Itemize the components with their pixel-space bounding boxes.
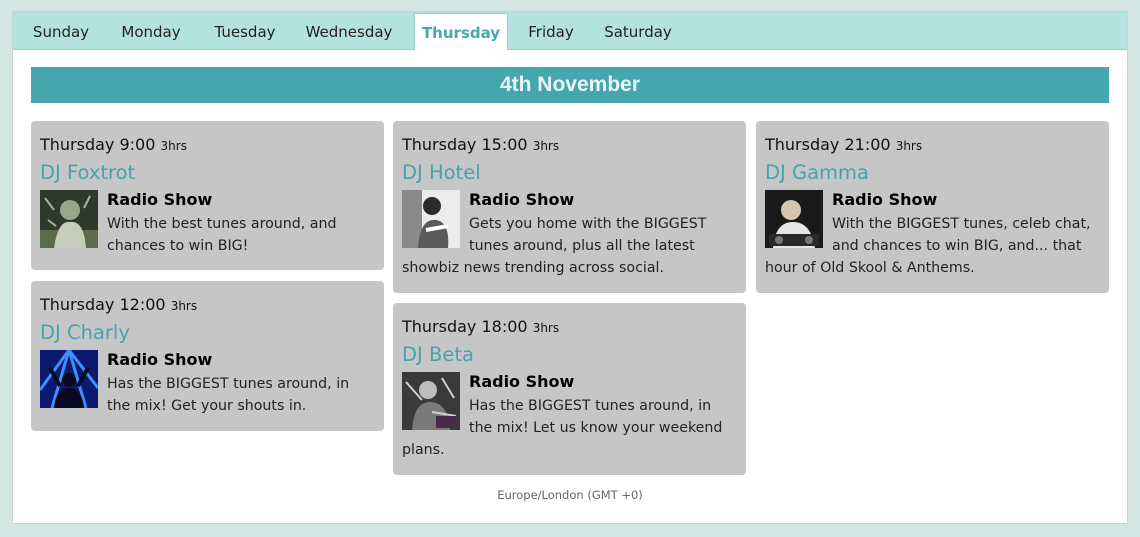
tab-friday[interactable]: Friday xyxy=(519,12,583,49)
schedule-panel: Sunday Monday Tuesday Wednesday Thursday… xyxy=(12,11,1128,524)
date-heading: 4th November xyxy=(31,67,1109,103)
show-time: Thursday 9:00 3hrs xyxy=(40,135,187,154)
dj-name-link[interactable]: DJ Gamma xyxy=(765,159,1100,187)
show-duration: 3hrs xyxy=(170,299,198,313)
show-time: Thursday 21:00 3hrs xyxy=(765,135,923,154)
tab-tuesday[interactable]: Tuesday xyxy=(205,12,285,49)
dj-foxtrot-photo[interactable] xyxy=(40,190,98,248)
show-card: Thursday 9:00 3hrs DJ Foxtrot Radio Show… xyxy=(31,121,384,270)
show-time: Thursday 15:00 3hrs xyxy=(402,135,560,154)
show-card: Thursday 18:00 3hrs DJ Beta Radio Show H… xyxy=(393,303,746,475)
show-card: Thursday 21:00 3hrs DJ Gamma Radio Show … xyxy=(756,121,1109,293)
dj-name-link[interactable]: DJ Hotel xyxy=(402,159,737,187)
day-tabs: Sunday Monday Tuesday Wednesday Thursday… xyxy=(13,12,1127,50)
show-time: Thursday 12:00 3hrs xyxy=(40,295,198,314)
dj-name-link[interactable]: DJ Beta xyxy=(402,341,737,369)
dj-charly-photo[interactable] xyxy=(40,350,98,408)
tab-sunday[interactable]: Sunday xyxy=(22,12,100,49)
timezone-label: Europe/London (GMT +0) xyxy=(497,488,643,502)
show-time: Thursday 18:00 3hrs xyxy=(402,317,560,336)
show-card: Thursday 15:00 3hrs DJ Hotel Radio Show … xyxy=(393,121,746,293)
show-duration: 3hrs xyxy=(895,139,923,153)
tab-saturday[interactable]: Saturday xyxy=(597,12,679,49)
tab-monday[interactable]: Monday xyxy=(111,12,191,49)
tab-thursday[interactable]: Thursday xyxy=(414,13,508,50)
dj-hotel-photo[interactable] xyxy=(402,190,460,248)
show-duration: 3hrs xyxy=(532,139,560,153)
dj-gamma-photo[interactable] xyxy=(765,190,823,248)
dj-beta-photo[interactable] xyxy=(402,372,460,430)
show-duration: 3hrs xyxy=(160,139,187,153)
tab-wednesday[interactable]: Wednesday xyxy=(297,12,401,49)
dj-name-link[interactable]: DJ Charly xyxy=(40,319,375,347)
show-duration: 3hrs xyxy=(532,321,560,335)
dj-name-link[interactable]: DJ Foxtrot xyxy=(40,159,375,187)
show-card: Thursday 12:00 3hrs DJ Charly Radio Show… xyxy=(31,281,384,431)
